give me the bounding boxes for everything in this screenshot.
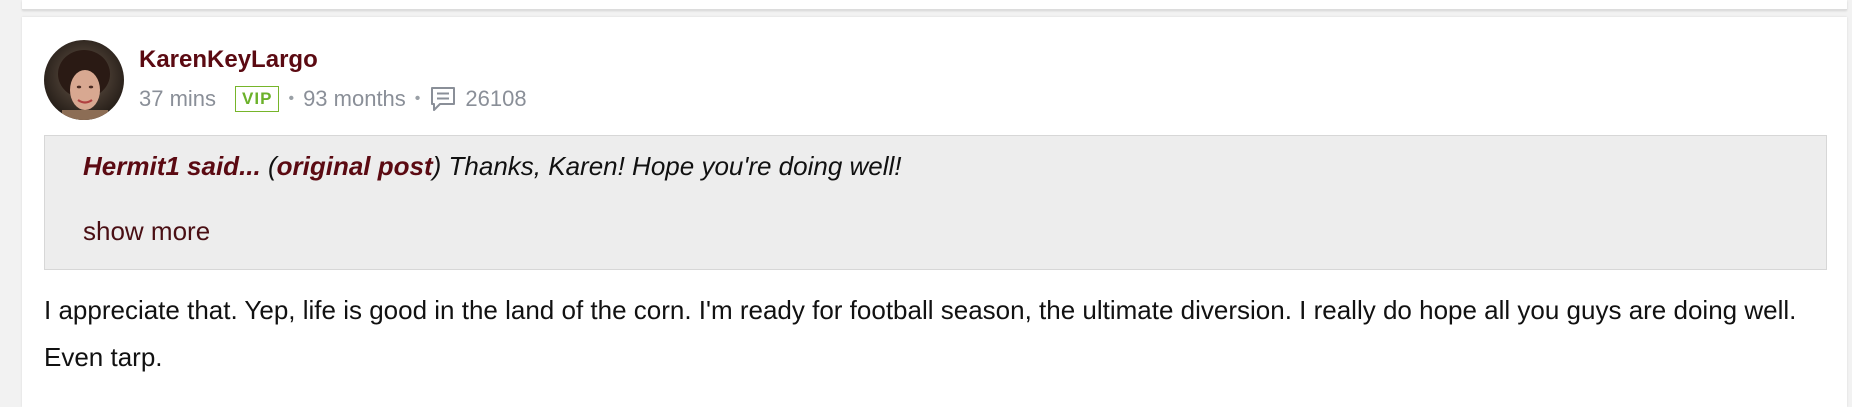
comment-card: KarenKeyLargo 37 mins VIP • 93 months • …	[22, 17, 1847, 407]
quote-text: ) Thanks, Karen! Hope you're doing well!	[432, 151, 902, 181]
username-link[interactable]: KarenKeyLargo	[139, 46, 318, 74]
quote-author-link[interactable]: Hermit1 said...	[83, 151, 261, 181]
vip-badge: VIP	[235, 86, 280, 112]
member-duration: 93 months	[303, 86, 406, 111]
post-count[interactable]: 26108	[465, 86, 526, 112]
separator-dot: •	[288, 90, 295, 107]
user-avatar-photo	[44, 40, 124, 120]
avatar[interactable]	[44, 40, 124, 120]
original-post-link[interactable]: original post	[277, 151, 433, 181]
quote-paren: (	[267, 151, 277, 181]
timestamp[interactable]: 37 mins	[139, 86, 216, 112]
previous-comment-card	[22, 0, 1847, 10]
separator-dot: •	[414, 90, 421, 107]
quote-text-line: Hermit1 said... (original post) Thanks, …	[83, 151, 902, 182]
quoted-post: Hermit1 said... (original post) Thanks, …	[44, 135, 1827, 270]
comment-body: I appreciate that. Yep, life is good in …	[44, 295, 1797, 372]
comment-meta: 37 mins VIP • 93 months • 26108	[139, 83, 527, 115]
speech-bubble-icon	[431, 87, 456, 111]
show-more-link[interactable]: show more	[83, 216, 210, 247]
